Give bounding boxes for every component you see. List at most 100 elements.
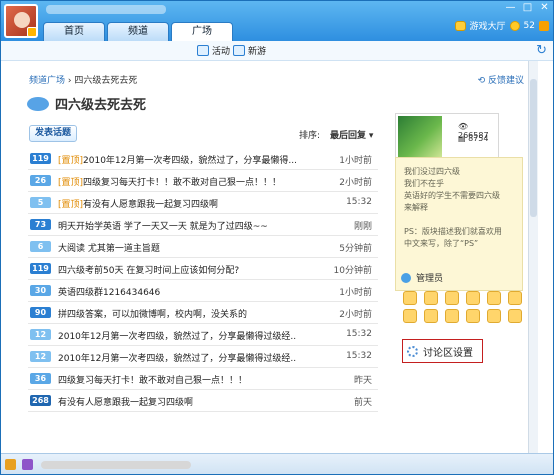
topic-title[interactable]: 四级复习每天打卡！敢不敢对自己狠一点！！！ bbox=[58, 373, 296, 386]
admin-avatar[interactable] bbox=[508, 309, 522, 323]
user-avatar[interactable] bbox=[4, 4, 38, 38]
topic-row[interactable]: 268 有没有人愿意跟我一起复习四级啊 前天 bbox=[28, 390, 378, 412]
topic-title[interactable]: [置顶]四级复习每天打卡！！敢不敢对自己狠一点！！！ bbox=[58, 175, 296, 188]
admin-avatar[interactable] bbox=[487, 291, 501, 305]
topic-title[interactable]: 2010年12月第一次考四级，貌然过了，分享最懒得过级经... bbox=[58, 329, 296, 342]
new-game-button[interactable]: 新游 bbox=[233, 44, 266, 57]
topic-title[interactable]: 英语四级群1216434646 bbox=[58, 285, 296, 298]
topic-title[interactable]: 2010年12月第一次考四级，貌然过了，分享最懒得过级经... bbox=[58, 351, 296, 364]
reply-count-badge: 6 bbox=[30, 241, 51, 252]
reply-count-badge: 119 bbox=[30, 263, 51, 274]
post-count-value: 8754 bbox=[468, 134, 489, 143]
status-icon-1[interactable] bbox=[5, 459, 16, 470]
post-count: ▤ 8754 bbox=[458, 134, 489, 143]
sort-label: 排序: bbox=[299, 131, 321, 141]
tab-channel[interactable]: 频道 bbox=[107, 22, 169, 41]
topic-title[interactable]: 四六级考前50天 在复习时间上应该如何分配? bbox=[58, 263, 296, 276]
page-title-text: 四六级去死去死 bbox=[55, 98, 147, 113]
reply-count-badge: 90 bbox=[30, 307, 51, 318]
activity-button[interactable]: 活动 bbox=[197, 44, 230, 57]
admin-avatar[interactable] bbox=[508, 291, 522, 305]
topic-time: 前天 bbox=[353, 398, 372, 408]
sort-control[interactable]: 排序: 最后回复 ▾ bbox=[299, 128, 373, 141]
tab-home[interactable]: 首页 bbox=[43, 22, 105, 41]
topic-row[interactable]: 5 [置顶]有没有人愿意跟我一起复习四级啊 15:32 bbox=[28, 192, 378, 214]
post-topic-button[interactable]: 发表话题 bbox=[29, 125, 77, 142]
avatar-face bbox=[14, 12, 30, 28]
admin-avatar[interactable] bbox=[403, 309, 417, 323]
reply-count-badge: 12 bbox=[30, 351, 51, 362]
admin-avatar[interactable] bbox=[466, 309, 480, 323]
topic-row[interactable]: 73 明天开始学英语 学了一天又一天 就是为了过四级~~ 刚刚 bbox=[28, 214, 378, 236]
topic-title-text: 有没有人愿意跟我一起复习四级啊 bbox=[83, 200, 219, 210]
topic-title-text: 2010年12月第一次考四级，貌然过了，分享最懒得... bbox=[83, 156, 296, 166]
settings-label: 讨论区设置 bbox=[423, 347, 473, 359]
sub-toolbar: 活动 新游 ↻ bbox=[1, 41, 553, 61]
pinned-tag: [置顶] bbox=[58, 156, 84, 166]
chat-bubble-icon bbox=[27, 96, 49, 111]
title-bar: — □ ✕ 首页 频道 广场 游戏大厅 52 bbox=[1, 1, 553, 42]
topic-title[interactable]: 大阅读 尤其第一道主旨题 bbox=[58, 241, 296, 254]
reply-count-badge: 73 bbox=[30, 219, 51, 230]
coin-icon bbox=[509, 20, 520, 31]
admin-avatar[interactable] bbox=[445, 291, 459, 305]
topic-time: 10分钟前 bbox=[333, 266, 372, 276]
topic-time: 15:32 bbox=[346, 351, 372, 361]
admins-label: 管理员 bbox=[416, 274, 444, 284]
topic-row[interactable]: 12 2010年12月第一次考四级，貌然过了，分享最懒得过级经... 15:32 bbox=[28, 346, 378, 368]
topic-row[interactable]: 30 英语四级群1216434646 1小时前 bbox=[28, 280, 378, 302]
tab-square[interactable]: 广场 bbox=[171, 22, 233, 42]
main-tabs: 首页 频道 广场 bbox=[43, 22, 233, 42]
topic-row[interactable]: 119 四六级考前50天 在复习时间上应该如何分配? 10分钟前 bbox=[28, 258, 378, 280]
admin-avatar-grid bbox=[403, 291, 528, 323]
topic-title-text: 明天开始学英语 学了一天又一天 就是为了过四级~~ bbox=[58, 222, 268, 232]
close-button[interactable]: ✕ bbox=[537, 2, 552, 15]
admin-avatar[interactable] bbox=[424, 291, 438, 305]
admin-avatar[interactable] bbox=[445, 309, 459, 323]
scrollbar-thumb[interactable] bbox=[530, 79, 537, 217]
topic-title[interactable]: [置顶]有没有人愿意跟我一起复习四级啊 bbox=[58, 197, 296, 210]
new-game-label: 新游 bbox=[248, 47, 267, 57]
discussion-settings-button[interactable]: 讨论区设置 bbox=[402, 339, 483, 363]
maximize-button[interactable]: □ bbox=[520, 2, 535, 15]
refresh-icon[interactable]: ↻ bbox=[536, 43, 547, 58]
topic-row[interactable]: 6 大阅读 尤其第一道主旨题 5分钟前 bbox=[28, 236, 378, 258]
topic-row[interactable]: 90 拼四级答案，可以加微博啊，校内啊，没关系的 2小时前 bbox=[28, 302, 378, 324]
admin-avatar[interactable] bbox=[403, 291, 417, 305]
topic-title-text: 四六级考前50天 在复习时间上应该如何分配? bbox=[58, 266, 240, 276]
status-icon-2[interactable] bbox=[22, 459, 33, 470]
reply-count-badge: 119 bbox=[30, 153, 51, 164]
game-hall-label[interactable]: 游戏大厅 bbox=[470, 19, 506, 32]
breadcrumb-root[interactable]: 频道广场 bbox=[29, 76, 65, 86]
description-line: PS：版块描述我们就喜欢用 bbox=[404, 227, 502, 236]
minimize-button[interactable]: — bbox=[503, 2, 518, 15]
app-window: — □ ✕ 首页 频道 广场 游戏大厅 52 活动 新游 ↻ 频道广场 › 四六… bbox=[0, 0, 554, 475]
activity-label: 活动 bbox=[212, 47, 231, 57]
admin-avatar[interactable] bbox=[466, 291, 480, 305]
reply-count-badge: 12 bbox=[30, 329, 51, 340]
admin-avatar[interactable] bbox=[424, 309, 438, 323]
window-controls: — □ ✕ bbox=[503, 2, 552, 15]
topic-row[interactable]: 119 [置顶]2010年12月第一次考四级，貌然过了，分享最懒得... 1小时前 bbox=[28, 148, 378, 170]
status-badge bbox=[27, 27, 36, 36]
topic-row[interactable]: 36 四级复习每天打卡！敢不敢对自己狠一点！！！ 昨天 bbox=[28, 368, 378, 390]
topic-title[interactable]: 明天开始学英语 学了一天又一天 就是为了过四级~~ bbox=[58, 219, 296, 232]
sort-value[interactable]: 最后回复 bbox=[330, 131, 366, 141]
topic-title[interactable]: [置顶]2010年12月第一次考四级，貌然过了，分享最懒得... bbox=[58, 153, 296, 166]
description-line: 英语好的学生不需要四六级 bbox=[404, 191, 500, 200]
topic-title-text: 拼四级答案，可以加微博啊，校内啊，没关系的 bbox=[58, 310, 248, 320]
topic-row[interactable]: 26 [置顶]四级复习每天打卡！！敢不敢对自己狠一点！！！ 2小时前 bbox=[28, 170, 378, 192]
topic-time: 昨天 bbox=[353, 376, 372, 386]
admins-header: 管理员 bbox=[401, 271, 443, 284]
breadcrumb: 频道广场 › 四六级去死去死 bbox=[29, 73, 137, 86]
topic-row[interactable]: 12 2010年12月第一次考四级，貌然过了，分享最懒得过级经... 15:32 bbox=[28, 324, 378, 346]
topic-title-text: 有没有人愿意跟我一起复习四级啊 bbox=[58, 398, 194, 408]
feedback-link[interactable]: ⟲ 反馈建议 bbox=[478, 73, 524, 86]
topic-title[interactable]: 拼四级答案，可以加微博啊，校内啊，没关系的 bbox=[58, 307, 296, 320]
topic-title[interactable]: 有没有人愿意跟我一起复习四级啊 bbox=[58, 395, 296, 408]
title-right-info: 游戏大厅 52 bbox=[454, 19, 549, 32]
topic-time: 1小时前 bbox=[339, 288, 372, 298]
shirt-icon[interactable] bbox=[539, 20, 549, 31]
admin-avatar[interactable] bbox=[487, 309, 501, 323]
scrollbar[interactable] bbox=[528, 61, 538, 453]
